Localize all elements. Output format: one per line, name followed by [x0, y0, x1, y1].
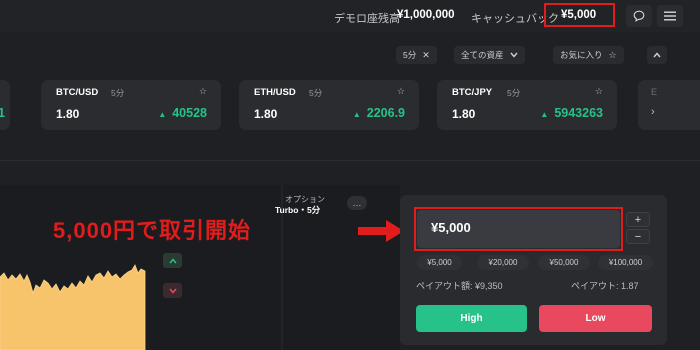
amount-preset-50000[interactable]: ¥50,000	[538, 255, 590, 270]
chevron-up-icon	[168, 257, 177, 263]
asset-price-partial: 1	[0, 106, 5, 120]
asset-price: ▲ 5943263	[540, 106, 603, 120]
favorite-star-icon[interactable]: ☆	[397, 86, 405, 97]
asset-pair-label: BTC/JPY	[452, 87, 493, 98]
timeframe-filter-chip[interactable]: 5分 ✕	[396, 46, 437, 64]
asset-price-value: 2206.9	[366, 106, 405, 120]
chevron-up-icon	[653, 52, 661, 58]
asset-price-value: 5943263	[554, 106, 603, 120]
asset-price: ▲ 2206.9	[353, 106, 405, 120]
asset-timeframe: 5分	[309, 88, 323, 98]
asset-filter-label: 全ての資産	[461, 50, 504, 60]
amount-preset-100000[interactable]: ¥100,000	[598, 255, 653, 270]
price-up-icon: ▲	[352, 110, 361, 119]
collapse-button[interactable]	[647, 46, 667, 64]
demo-balance-value: ¥1,000,000	[397, 9, 455, 21]
favorite-star-icon[interactable]: ☆	[595, 86, 603, 97]
amount-decrement-button[interactable]: −	[626, 229, 650, 244]
asset-pair-label: ETH/USD	[254, 87, 296, 98]
more-options-button[interactable]: …	[347, 196, 367, 210]
asset-card-btc-usd[interactable]: BTC/USD 5分 ☆ 1.80 ▲ 40528	[41, 80, 221, 130]
option-mode: Turbo・5分	[275, 205, 321, 215]
price-chart[interactable]	[0, 185, 400, 350]
high-button[interactable]: High	[416, 305, 527, 332]
highlight-frame-amount	[414, 207, 623, 251]
minus-icon: −	[634, 230, 642, 243]
asset-price: ▲ 40528	[158, 106, 207, 120]
payout-rate: ペイアウト: 1.87	[571, 281, 639, 291]
asset-price-value: 40528	[172, 106, 207, 120]
price-up-icon: ▲	[158, 110, 167, 119]
asset-pair-label-partial: E	[651, 87, 658, 97]
payout-amount: ペイアウト額: ¥9,350	[416, 281, 503, 291]
asset-card-partial-right[interactable]: E ›	[638, 80, 700, 130]
favorites-filter-label: お気に入り	[560, 50, 603, 60]
asset-timeframe: 5分	[507, 88, 521, 98]
demo-balance-label: デモロ座残高	[334, 13, 400, 25]
trading-app: デモロ座残高 ¥1,000,000 キャッシュバック ¥5,000 5分 ✕ 全…	[0, 0, 700, 350]
hamburger-menu-icon	[664, 11, 676, 21]
amount-preset-20000[interactable]: ¥20,000	[477, 255, 529, 270]
asset-timeframe: 5分	[111, 88, 125, 98]
amount-preset-5000[interactable]: ¥5,000	[417, 255, 462, 270]
favorite-star-icon[interactable]: ☆	[199, 86, 207, 97]
chevron-right-icon[interactable]: ›	[651, 106, 655, 118]
price-chart-area-fill	[0, 185, 283, 350]
asset-filter-dropdown[interactable]: 全ての資産	[454, 46, 525, 64]
plus-icon: +	[634, 213, 642, 226]
amount-increment-button[interactable]: +	[626, 212, 650, 227]
marker-up-button[interactable]	[163, 253, 182, 268]
asset-payout: 1.80	[452, 107, 476, 121]
chat-bubble-icon	[633, 10, 645, 22]
asset-card-eth-usd[interactable]: ETH/USD 5分 ☆ 1.80 ▲ 2206.9	[239, 80, 419, 130]
annotation-text: 5,000円で取引開始	[53, 218, 252, 243]
section-divider	[0, 160, 700, 161]
asset-payout: 1.80	[254, 107, 278, 121]
close-icon[interactable]: ✕	[422, 50, 430, 61]
menu-button[interactable]	[657, 5, 683, 27]
asset-card-partial-left[interactable]: 1	[0, 80, 10, 130]
asset-payout: 1.80	[56, 107, 80, 121]
asset-pair-label: BTC/USD	[56, 87, 99, 98]
price-up-icon: ▲	[540, 110, 549, 119]
chat-button[interactable]	[626, 5, 652, 27]
marker-down-button[interactable]	[163, 283, 182, 298]
chevron-down-icon	[509, 52, 518, 58]
highlight-frame-cashback	[544, 3, 615, 27]
chevron-down-icon	[168, 288, 177, 294]
annotation-arrow-icon	[358, 220, 404, 242]
star-icon: ☆	[608, 49, 617, 60]
favorites-filter-chip[interactable]: お気に入り ☆	[553, 46, 624, 64]
low-button[interactable]: Low	[539, 305, 652, 332]
timeframe-filter-label: 5分	[403, 50, 417, 60]
more-dots-icon: …	[352, 198, 362, 208]
asset-card-btc-jpy[interactable]: BTC/JPY 5分 ☆ 1.80 ▲ 5943263	[437, 80, 617, 130]
